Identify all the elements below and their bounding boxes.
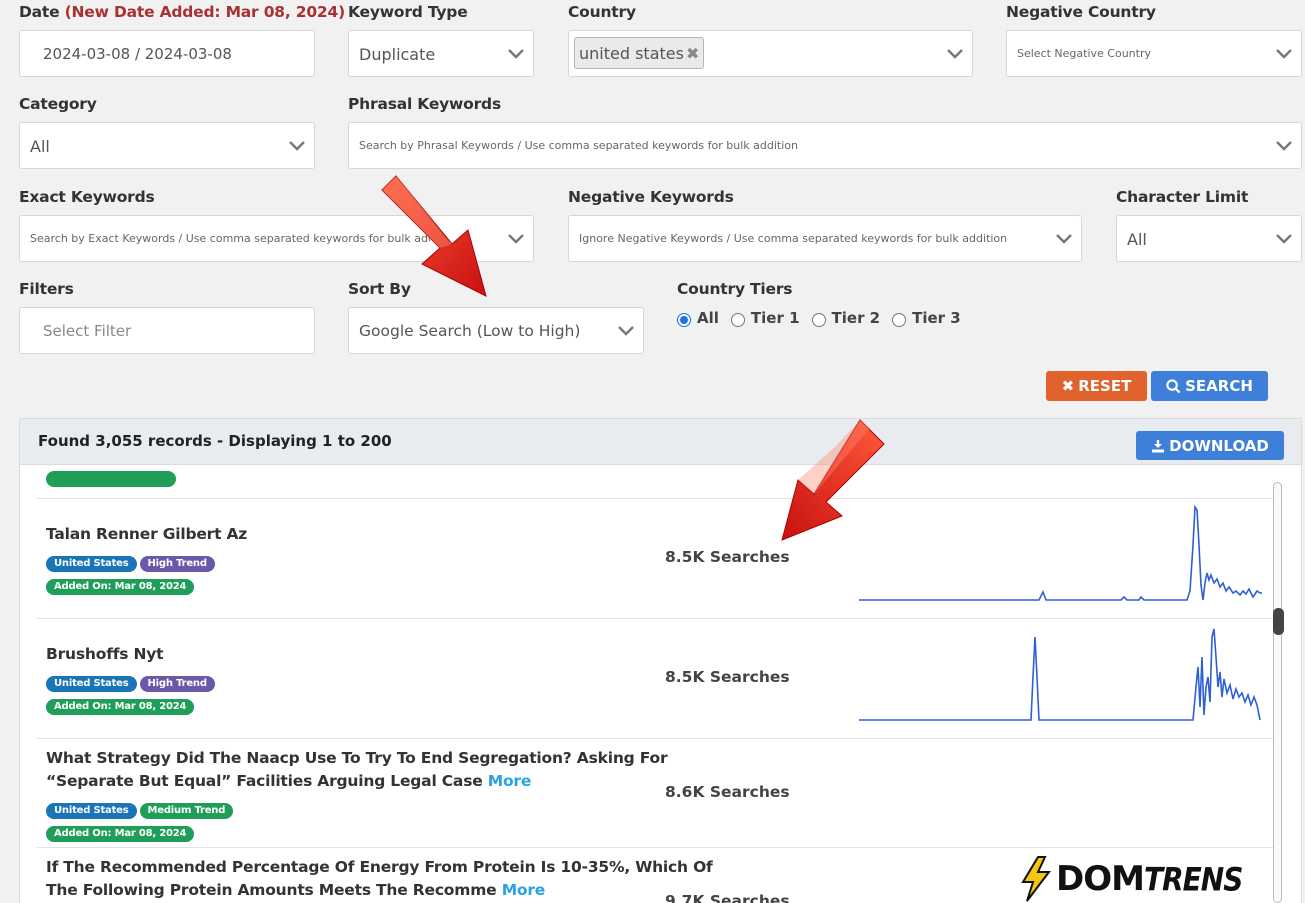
results-summary: Found 3,055 records - Displaying 1 to 20… xyxy=(38,432,392,450)
chevron-down-icon xyxy=(1276,234,1292,244)
country-tiers-radio-group: All Tier 1 Tier 2 Tier 3 xyxy=(677,309,973,327)
filters-label: Filters xyxy=(19,280,74,298)
search-count: 8.5K Searches xyxy=(665,668,790,686)
chevron-down-icon xyxy=(289,141,305,151)
trend-badge: High Trend xyxy=(139,676,215,692)
radio-checked-icon xyxy=(677,312,691,327)
keyword-title[interactable]: What Strategy Did The Naacp Use To Try T… xyxy=(46,747,668,793)
chevron-down-icon xyxy=(1276,141,1292,151)
lightning-bolt-icon xyxy=(1021,856,1052,902)
row-badges: Added On: Mar 08, 2024 xyxy=(46,694,197,715)
table-row[interactable]: Brushoffs Nyt United States High Trend Ad… xyxy=(37,619,1273,739)
search-button[interactable]: SEARCH xyxy=(1151,371,1268,401)
country-chip[interactable]: united states ✖ xyxy=(574,37,705,69)
reset-button[interactable]: ✖ RESET xyxy=(1046,371,1147,401)
negative-country-select[interactable]: Select Negative Country xyxy=(1006,30,1302,77)
trend-sparkline xyxy=(859,628,1261,721)
row-badges: United States Medium Trend xyxy=(46,798,236,819)
row-badges: Added On: Mar 08, 2024 xyxy=(46,821,197,842)
chevron-down-icon xyxy=(1056,234,1072,244)
country-badge: United States xyxy=(46,676,137,692)
tier-radio-3[interactable]: Tier 3 xyxy=(892,309,961,327)
keyword-title[interactable]: Brushoffs Nyt xyxy=(46,643,164,666)
radio-unchecked-icon xyxy=(892,312,907,327)
country-chip-label: united states xyxy=(579,44,684,63)
download-icon xyxy=(1152,439,1165,452)
row-badges: Added On: Mar 08, 2024 xyxy=(46,574,197,595)
keyword-type-label: Keyword Type xyxy=(348,3,468,21)
search-count: 8.5K Searches xyxy=(665,548,790,566)
added-on-badge: Added On: Mar 08, 2024 xyxy=(46,579,195,595)
remove-chip-icon[interactable]: ✖ xyxy=(686,44,699,63)
date-range-input[interactable]: 2024-03-08 / 2024-03-08 xyxy=(19,30,315,77)
chevron-down-icon xyxy=(508,49,524,59)
search-icon xyxy=(1166,378,1181,393)
keyword-type-select[interactable]: Duplicate xyxy=(348,30,534,77)
added-on-badge: Added On: Mar 08, 2024 xyxy=(46,826,195,842)
negative-keywords-input[interactable]: Ignore Negative Keywords / Use comma sep… xyxy=(568,215,1082,262)
more-link[interactable]: More xyxy=(488,772,532,790)
chevron-down-icon xyxy=(618,326,634,336)
domtrens-logo: DOM TRENS xyxy=(1018,856,1258,902)
row-badges: United States High Trend xyxy=(46,671,218,692)
added-on-badge: Added On: Mar 08, 2024 xyxy=(46,699,195,715)
negative-keywords-label: Negative Keywords xyxy=(568,188,734,206)
country-tiers-label: Country Tiers xyxy=(677,280,793,298)
tier-radio-1[interactable]: Tier 1 xyxy=(730,309,800,327)
date-label: Date (New Date Added: Mar 08, 2024) xyxy=(19,3,345,21)
chevron-down-icon xyxy=(947,49,963,59)
character-limit-select[interactable]: All xyxy=(1116,215,1302,262)
trend-badge: Medium Trend xyxy=(139,803,234,819)
chevron-down-icon xyxy=(508,234,524,244)
trend-badge: High Trend xyxy=(139,556,215,572)
logo-text-bold: DOM xyxy=(1056,859,1145,899)
category-label: Category xyxy=(19,95,97,113)
category-select[interactable]: All xyxy=(19,122,315,169)
search-count: 8.6K Searches xyxy=(665,783,790,801)
row-badges: United States High Trend xyxy=(46,551,218,572)
list-item-partial xyxy=(37,465,1273,499)
sort-by-select[interactable]: Google Search (Low to High) xyxy=(348,307,644,354)
scrollbar-thumb[interactable] xyxy=(1273,608,1284,635)
country-badge: United States xyxy=(46,556,137,572)
tier-radio-all[interactable]: All xyxy=(677,309,719,327)
character-limit-label: Character Limit xyxy=(1116,188,1249,206)
close-icon: ✖ xyxy=(1061,377,1075,395)
trend-sparkline xyxy=(859,505,1262,601)
logo-text-italic: TRENS xyxy=(1143,860,1243,898)
country-label: Country xyxy=(568,3,636,21)
added-on-badge xyxy=(46,471,176,487)
chevron-down-icon xyxy=(1276,49,1292,59)
keyword-title[interactable]: Talan Renner Gilbert Az xyxy=(46,523,247,546)
more-link[interactable]: More xyxy=(502,881,546,899)
table-row[interactable]: What Strategy Did The Naacp Use To Try T… xyxy=(37,739,1273,848)
negative-country-label: Negative Country xyxy=(1006,3,1156,21)
phrasal-keywords-label: Phrasal Keywords xyxy=(348,95,501,113)
exact-keywords-label: Exact Keywords xyxy=(19,188,155,206)
download-button[interactable]: DOWNLOAD xyxy=(1136,431,1284,460)
radio-unchecked-icon xyxy=(811,312,826,327)
results-header: Found 3,055 records - Displaying 1 to 20… xyxy=(20,419,1301,465)
annotation-arrow-icon xyxy=(781,419,885,541)
tier-radio-2[interactable]: Tier 2 xyxy=(811,309,880,327)
filter-select[interactable]: Select Filter xyxy=(19,307,315,354)
table-row[interactable]: Talan Renner Gilbert Az United States Hig… xyxy=(37,499,1273,619)
country-badge: United States xyxy=(46,803,137,819)
annotation-arrow-icon xyxy=(381,175,487,297)
results-scrollbar[interactable] xyxy=(1273,482,1282,903)
keyword-title[interactable]: If The Recommended Percentage Of Energy … xyxy=(46,856,713,902)
phrasal-keywords-input[interactable]: Search by Phrasal Keywords / Use comma s… xyxy=(348,122,1302,169)
search-count: 9.7K Searches xyxy=(665,892,790,903)
radio-unchecked-icon xyxy=(730,312,745,327)
country-multiselect[interactable]: united states ✖ xyxy=(568,30,973,77)
